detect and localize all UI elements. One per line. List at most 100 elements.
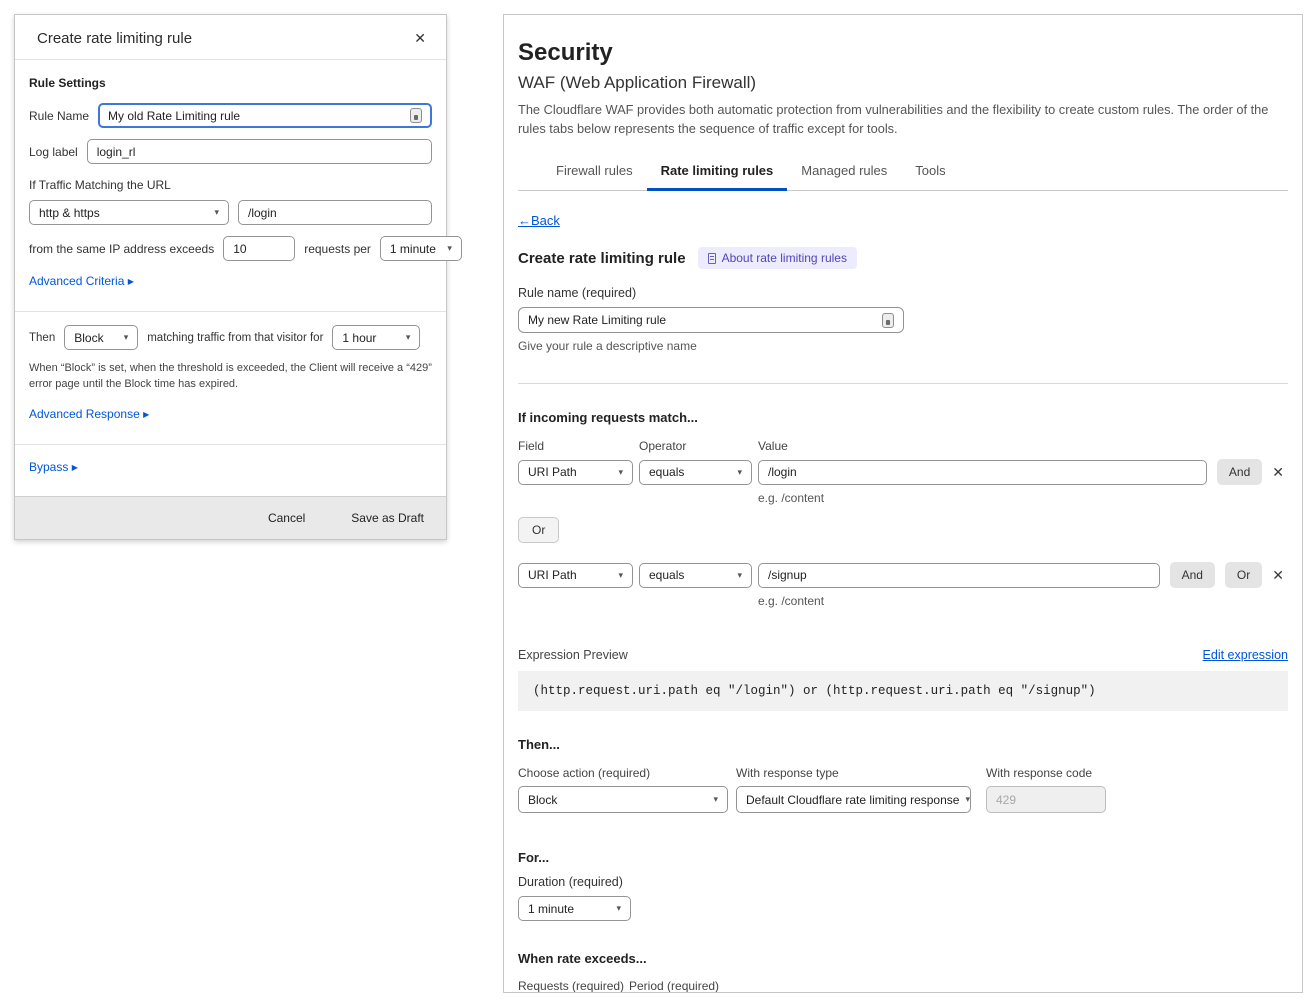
- bypass-link[interactable]: Bypass ▶: [29, 460, 78, 474]
- chevron-down-icon: ▾: [616, 903, 621, 914]
- choose-action-label: Choose action (required): [518, 766, 736, 780]
- form-title: Create rate limiting rule: [518, 250, 686, 267]
- operator-value: equals: [649, 465, 684, 479]
- save-as-draft-button[interactable]: Save as Draft: [351, 511, 424, 525]
- remove-condition-icon[interactable]: ✕: [1268, 464, 1288, 481]
- duration-value: 1 minute: [528, 902, 574, 916]
- cancel-button[interactable]: Cancel: [268, 511, 305, 525]
- tab-tools[interactable]: Tools: [901, 154, 959, 191]
- traffic-matching-heading: If Traffic Matching the URL: [29, 178, 432, 192]
- or-connector-button[interactable]: Or: [518, 517, 559, 543]
- chevron-down-icon: ▾: [618, 467, 623, 478]
- exceeds-suffix: requests per: [304, 242, 371, 256]
- value-column-label: Value: [758, 439, 788, 453]
- edit-expression-link[interactable]: Edit expression: [1203, 648, 1288, 662]
- match-heading: If incoming requests match...: [518, 410, 1288, 425]
- tab-firewall-rules[interactable]: Firewall rules: [542, 154, 647, 191]
- dialog-header: Create rate limiting rule ✕: [15, 15, 446, 60]
- log-label-input[interactable]: login_rl: [87, 139, 432, 164]
- dialog-title: Create rate limiting rule: [37, 30, 192, 47]
- field-column-label: Field: [518, 439, 639, 453]
- rule-name-label: Rule Name: [29, 109, 89, 123]
- value-input[interactable]: /login: [758, 460, 1207, 485]
- choose-action-select[interactable]: Block ▾: [518, 786, 728, 813]
- then-label: Then: [29, 332, 55, 344]
- block-duration-select[interactable]: 1 hour ▾: [332, 325, 420, 350]
- form-title-row: Create rate limiting rule About rate lim…: [518, 247, 1288, 269]
- then-suffix: matching traffic from that visitor for: [147, 332, 323, 344]
- remove-condition-icon[interactable]: ✕: [1268, 567, 1288, 584]
- value-text: /signup: [768, 568, 807, 582]
- value-input[interactable]: /signup: [758, 563, 1160, 588]
- field-value: URI Path: [528, 568, 577, 582]
- threshold-row: from the same IP address exceeds 10 requ…: [29, 236, 432, 261]
- and-button[interactable]: And: [1170, 562, 1215, 588]
- url-match-row: http & https ▾ /login: [29, 200, 432, 225]
- advanced-criteria-link[interactable]: Advanced Criteria ▶: [29, 274, 134, 288]
- operator-select[interactable]: equals ▾: [639, 563, 752, 588]
- password-manager-icon[interactable]: [410, 108, 422, 123]
- response-code-input-disabled: 429: [986, 786, 1106, 813]
- chevron-down-icon: ▾: [737, 467, 742, 478]
- expression-preview-code: (http.request.uri.path eq "/login") or (…: [518, 671, 1288, 711]
- response-type-select[interactable]: Default Cloudflare rate limiting respons…: [736, 786, 971, 813]
- page-title: Security: [518, 39, 1288, 67]
- about-rate-limiting-rules-badge[interactable]: About rate limiting rules: [698, 247, 857, 269]
- waf-tabs: Firewall rules Rate limiting rules Manag…: [518, 154, 1288, 191]
- tab-rate-limiting-rules[interactable]: Rate limiting rules: [647, 154, 788, 191]
- exceeds-prefix: from the same IP address exceeds: [29, 242, 214, 256]
- about-badge-label: About rate limiting rules: [722, 251, 847, 265]
- action-select[interactable]: Block ▾: [64, 325, 138, 350]
- back-arrow-icon: ←: [518, 213, 531, 228]
- requests-input[interactable]: 10: [223, 236, 295, 261]
- operator-select[interactable]: equals ▾: [639, 460, 752, 485]
- condition-row: URI Path ▾ equals ▾ /login And ✕: [518, 459, 1288, 485]
- back-link[interactable]: ←Back: [518, 213, 560, 228]
- period-select[interactable]: 1 minute ▾: [380, 236, 462, 261]
- triangle-right-icon: ▶: [72, 463, 78, 472]
- action-column-labels: Choose action (required) With response t…: [518, 766, 1288, 780]
- advanced-response-label: Advanced Response: [29, 407, 140, 421]
- triangle-right-icon: ▶: [128, 277, 134, 286]
- rate-exceeds-heading: When rate exceeds...: [518, 951, 1288, 966]
- divider: [518, 383, 1288, 384]
- action-row: Block ▾ Default Cloudflare rate limiting…: [518, 786, 1288, 813]
- for-heading: For...: [518, 850, 1288, 865]
- duration-value: 1 hour: [342, 331, 376, 345]
- divider: [15, 311, 446, 312]
- url-input[interactable]: /login: [238, 200, 432, 225]
- field-value: URI Path: [528, 465, 577, 479]
- action-value: Block: [74, 331, 103, 345]
- field-select[interactable]: URI Path ▾: [518, 460, 633, 485]
- advanced-response-link[interactable]: Advanced Response ▶: [29, 407, 149, 421]
- log-label-value: login_rl: [97, 145, 136, 159]
- create-rate-limiting-rule-dialog: Create rate limiting rule ✕ Rule Setting…: [14, 14, 447, 540]
- chevron-down-icon: ▾: [447, 243, 452, 254]
- close-icon[interactable]: ✕: [414, 30, 426, 47]
- advanced-criteria-label: Advanced Criteria: [29, 274, 124, 288]
- scheme-select[interactable]: http & https ▾: [29, 200, 229, 225]
- period-value: 1 minute: [390, 242, 436, 256]
- dialog-footer: Cancel Save as Draft: [15, 496, 446, 539]
- duration-select[interactable]: 1 minute ▾: [518, 896, 631, 921]
- rule-name-help: Give your rule a descriptive name: [518, 339, 1288, 353]
- password-manager-icon[interactable]: [882, 313, 894, 328]
- and-button[interactable]: And: [1217, 459, 1262, 485]
- chevron-down-icon: ▾: [214, 207, 219, 218]
- page-subtitle: WAF (Web Application Firewall): [518, 73, 1288, 93]
- requests-value: 10: [233, 242, 246, 256]
- rule-name-input[interactable]: My new Rate Limiting rule: [518, 307, 904, 333]
- tab-managed-rules[interactable]: Managed rules: [787, 154, 901, 191]
- rule-name-input[interactable]: My old Rate Limiting rule: [98, 103, 432, 128]
- rule-name-value: My new Rate Limiting rule: [528, 313, 666, 327]
- condition-column-labels: Field Operator Value: [518, 439, 1288, 453]
- document-icon: [708, 253, 716, 264]
- then-row: Then Block ▾ matching traffic from that …: [29, 325, 432, 350]
- then-heading: Then...: [518, 737, 1288, 752]
- or-button[interactable]: Or: [1225, 562, 1262, 588]
- chevron-down-icon: ▾: [737, 570, 742, 581]
- field-select[interactable]: URI Path ▾: [518, 563, 633, 588]
- condition-row: URI Path ▾ equals ▾ /signup And Or ✕: [518, 562, 1288, 588]
- rule-settings-heading: Rule Settings: [29, 76, 432, 90]
- chevron-down-icon: ▾: [406, 332, 411, 343]
